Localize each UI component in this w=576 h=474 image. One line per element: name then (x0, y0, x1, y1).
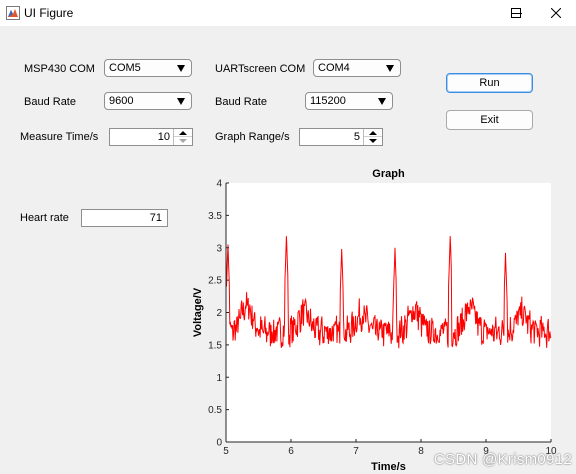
y-tick-label: 4 (216, 179, 222, 190)
y-tick-label: 2.5 (208, 276, 222, 287)
x-tick-label: 6 (288, 446, 294, 457)
y-tick-label: 3.5 (208, 211, 222, 222)
plot-area (226, 183, 551, 442)
y-tick-label: 3 (216, 243, 222, 254)
x-tick-label: 5 (223, 446, 229, 457)
x-tick-label: 7 (353, 446, 359, 457)
watermark-text: CSDN @Krism0912 (433, 451, 572, 468)
y-tick-label: 1 (216, 373, 222, 384)
x-axis-label: Time/s (371, 461, 406, 473)
y-tick-label: 1.5 (208, 340, 222, 351)
chart-title: Graph (372, 168, 405, 180)
y-axis-label: Voltage/V (192, 287, 204, 337)
voltage-graph: 5 6 7 8 9 1000.511.522.533.54GraphTime/sVolta… (192, 168, 557, 473)
y-tick-label: 0 (216, 438, 222, 449)
y-tick-label: 2 (216, 308, 222, 319)
x-tick-label: 8 (418, 446, 424, 457)
y-tick-label: 0.5 (208, 405, 222, 416)
